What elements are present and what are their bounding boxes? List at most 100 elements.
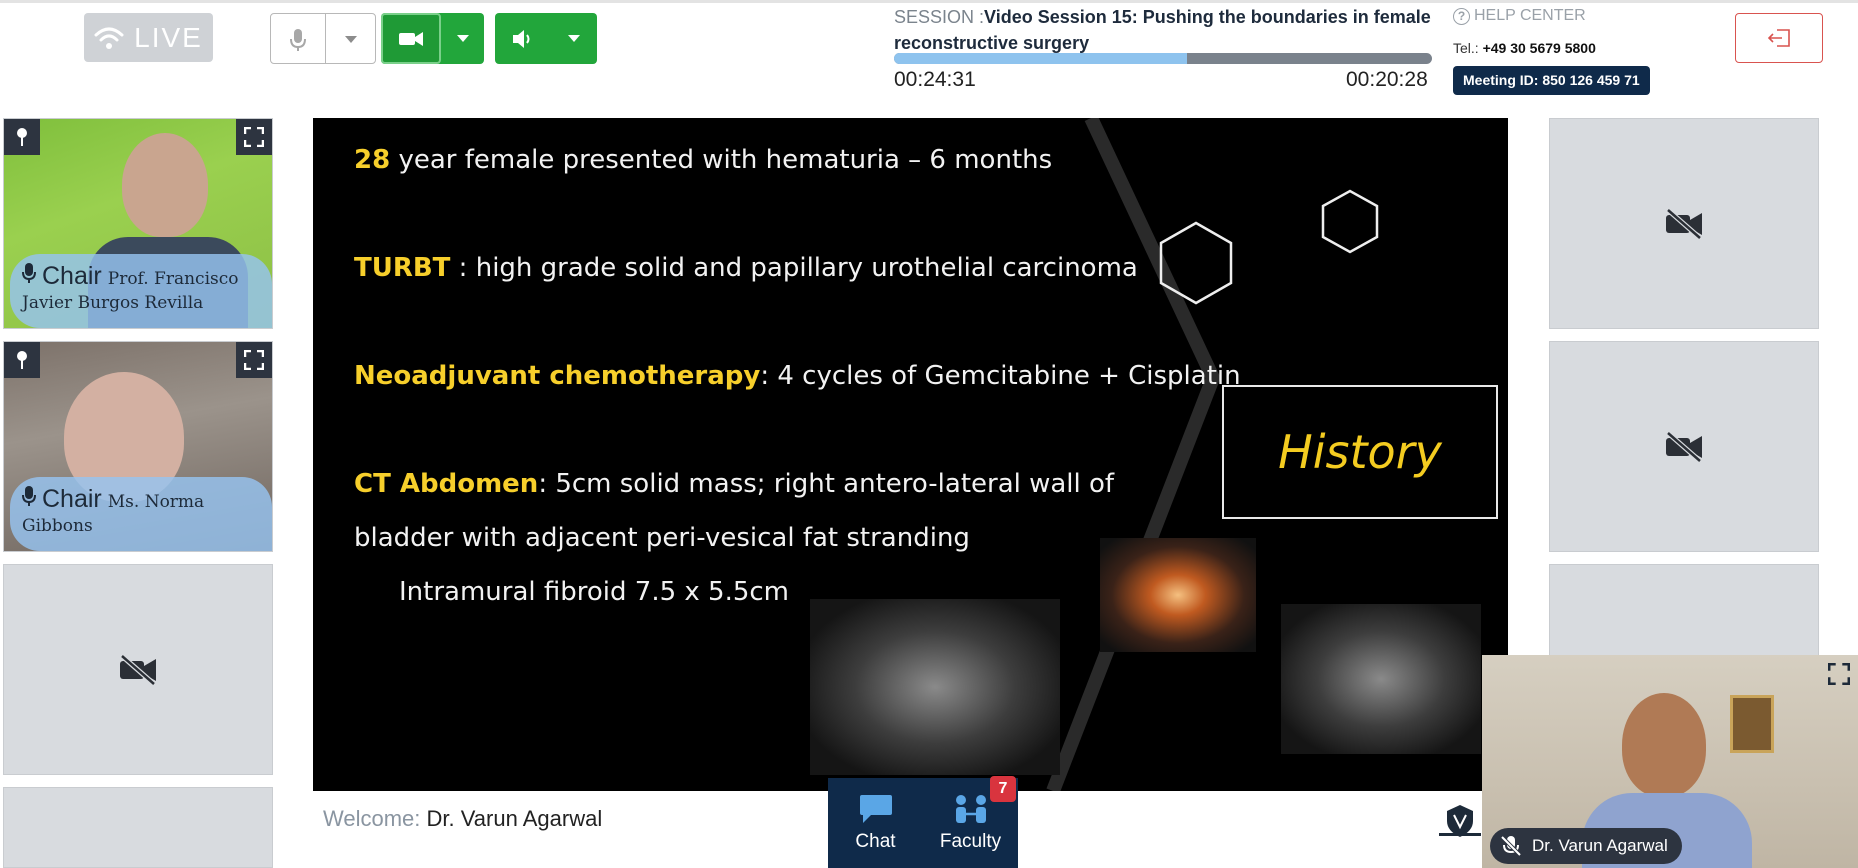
chair-label-band: Chair Ms. Norma Gibbons (10, 477, 272, 551)
mic-off-icon (1500, 835, 1522, 857)
live-label: LIVE (134, 21, 203, 53)
top-border (0, 0, 1858, 3)
slide-line-1: 28 year female presented with hematuria … (354, 145, 1052, 175)
time-remaining: 00:20:28 (1346, 68, 1428, 91)
pin-icon (17, 351, 27, 369)
session-info: SESSION :Video Session 15: Pushing the b… (894, 4, 1434, 56)
participant-name-line2: Javier Burgos Revilla (22, 293, 204, 313)
slide-line-6: Intramural fibroid 7.5 x 5.5cm (399, 577, 790, 607)
faculty-count-badge: 7 (990, 776, 1016, 802)
session-label: SESSION : (894, 7, 985, 27)
chair-label-band: Chair Prof. Francisco Javier Burgos Revi… (10, 254, 272, 328)
video-off-icon (120, 653, 156, 686)
help-label: HELP CENTER (1474, 7, 1586, 24)
participant-tile-2[interactable]: Chair Ms. Norma Gibbons (3, 341, 273, 552)
chevron-down-icon (344, 36, 357, 43)
slide-line-4-text: : 5cm solid mass; right antero-lateral w… (538, 469, 1115, 499)
video-off-icon (1666, 207, 1702, 240)
fullscreen-icon (1828, 663, 1850, 685)
history-label: History (1278, 425, 1442, 479)
participant-tile-1[interactable]: Chair Prof. Francisco Javier Burgos Revi… (3, 118, 273, 329)
pin-button[interactable] (4, 119, 40, 155)
speaker-icon (513, 29, 530, 48)
telephone-info: Tel.: +49 30 5679 5800 (1453, 40, 1596, 56)
session-progress-bar (894, 53, 1432, 64)
chat-icon (859, 795, 892, 823)
right-tile-3[interactable] (1549, 564, 1819, 664)
camera-control (381, 13, 484, 64)
mic-dropdown-button[interactable] (325, 14, 375, 63)
slide-line-3: Neoadjuvant chemotherapy: 4 cycles of Ge… (354, 361, 1241, 391)
participant-role: Chair (42, 485, 102, 513)
session-progress-fill (894, 53, 1188, 64)
pin-icon (17, 128, 27, 146)
organizer-logo (1439, 805, 1481, 837)
ct-scan-image-2 (810, 599, 1060, 775)
slide-line-3-text: : 4 cycles of Gemcitabine + Cisplatin (760, 361, 1241, 391)
mic-icon (22, 486, 36, 506)
mic-icon (22, 263, 36, 283)
microphone-control (270, 13, 376, 64)
fullscreen-icon (244, 350, 264, 370)
live-button[interactable]: LIVE (84, 13, 213, 62)
time-elapsed: 00:24:31 (894, 68, 976, 91)
chevron-down-icon (456, 35, 469, 42)
slide-line-5: bladder with adjacent peri-vesical fat s… (354, 523, 970, 553)
exit-icon (1767, 29, 1790, 47)
welcome-label: Welcome: (323, 806, 421, 831)
help-center-link[interactable]: ? HELP CENTER (1453, 7, 1586, 25)
slide-line-2-text: : high grade solid and papillary urothel… (450, 253, 1138, 283)
faculty-icon (955, 795, 986, 823)
slide-line-2: TURBT : high grade solid and papillary u… (354, 253, 1138, 283)
slide-line-1-text: year female presented with hematuria – 6… (390, 145, 1053, 175)
slide-line-1-highlight: 28 (354, 145, 391, 175)
fullscreen-icon (244, 127, 264, 147)
right-tile-2[interactable] (1549, 341, 1819, 552)
self-fullscreen-button[interactable] (1824, 659, 1854, 689)
mic-toggle-button[interactable] (271, 14, 325, 63)
fullscreen-button[interactable] (236, 119, 272, 155)
video-camera-icon (399, 31, 423, 46)
slide-line-4-highlight: CT Abdomen (354, 469, 539, 499)
speaker-dropdown-button[interactable] (551, 13, 597, 64)
conference-page: LIVE SESSION:Video Session 15: Pushing … (0, 0, 1858, 868)
wifi-icon (94, 27, 124, 49)
camera-toggle-button[interactable] (381, 13, 441, 64)
chevron-down-icon (568, 35, 580, 42)
history-box: History (1222, 385, 1498, 519)
participant-video-1 (122, 133, 208, 237)
faculty-label: Faculty (939, 831, 1002, 852)
participant-role: Chair (42, 262, 102, 290)
meeting-id-badge: Meeting ID: 850 126 459 71 (1453, 66, 1650, 95)
speaker-toggle-button[interactable] (495, 13, 551, 64)
participant-name-line1: Ms. Norma (107, 492, 205, 512)
slide-line-2-highlight: TURBT (354, 253, 451, 283)
self-name: Dr. Varun Agarwal (1532, 836, 1668, 855)
ct-scan-image-3 (1281, 604, 1481, 754)
speaker-control (495, 13, 597, 64)
self-name-tag: Dr. Varun Agarwal (1490, 828, 1682, 864)
participant-name-line2: Gibbons (22, 516, 93, 536)
participant-tile-4[interactable] (3, 787, 273, 868)
mic-icon (290, 28, 306, 51)
self-video-view[interactable]: Dr. Varun Agarwal (1482, 655, 1858, 868)
chat-label: Chat (855, 831, 896, 852)
exit-button[interactable] (1735, 13, 1823, 63)
slide-line-3-highlight: Neoadjuvant chemotherapy (354, 361, 761, 391)
slide-line-4: CT Abdomen: 5cm solid mass; right antero… (354, 469, 1114, 499)
participant-name-line1: Prof. Francisco (107, 269, 239, 289)
pin-button[interactable] (4, 342, 40, 378)
camera-dropdown-button[interactable] (441, 13, 484, 64)
wall-frame (1730, 695, 1774, 753)
participant-tile-3[interactable] (3, 564, 273, 775)
fullscreen-button[interactable] (236, 342, 272, 378)
presentation-slide: 28 year female presented with hematuria … (313, 118, 1508, 791)
welcome-message: Welcome: Dr. Varun Agarwal (323, 806, 602, 832)
tel-label: Tel.: (1453, 40, 1479, 56)
tel-number: +49 30 5679 5800 (1482, 40, 1596, 56)
right-tile-1[interactable] (1549, 118, 1819, 329)
ct-scan-image-1 (1100, 538, 1256, 652)
chat-button[interactable]: Chat (828, 778, 923, 868)
self-video-face (1622, 693, 1706, 797)
video-off-icon (1666, 430, 1702, 463)
